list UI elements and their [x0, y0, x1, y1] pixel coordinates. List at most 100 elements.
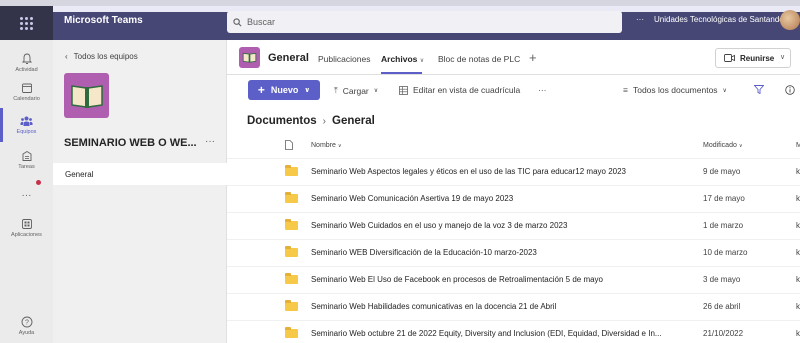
settings-more-button[interactable]: ···	[636, 15, 644, 24]
chevron-down-icon: ∨	[722, 87, 727, 94]
table-row[interactable]: Seminario Web Cuidados en el uso y manej…	[227, 212, 800, 239]
table-row[interactable]: Seminario Web Habilidades comunicativas …	[227, 293, 800, 320]
bell-icon	[21, 53, 32, 64]
column-name-label: Nombre	[311, 142, 336, 149]
add-tab-button[interactable]: +	[529, 50, 537, 65]
table-header: Nombre ∨ Modificado ∨ M	[227, 136, 800, 156]
rail-apps[interactable]: Aplicaciones	[0, 208, 53, 248]
channel-logo	[239, 47, 260, 68]
rail-assignments[interactable]: Tareas	[0, 140, 53, 180]
chevron-down-icon: ∨	[373, 88, 379, 94]
file-name[interactable]: Seminario Web Habilidades comunicativas …	[311, 302, 691, 311]
tab-publicaciones[interactable]: Publicaciones	[318, 54, 370, 64]
edit-grid-view-label: Editar en vista de cuadrícula	[413, 85, 521, 95]
column-header-extra[interactable]: M	[796, 142, 800, 149]
table-row[interactable]: Seminario Web El Uso de Facebook en proc…	[227, 266, 800, 293]
toolbar-more-button[interactable]: ···	[538, 85, 547, 95]
search-placeholder: Buscar	[247, 17, 276, 27]
avatar[interactable]	[780, 10, 800, 30]
view-label: Todos los documentos	[632, 85, 718, 95]
rail-teams[interactable]: Equipos	[0, 105, 53, 145]
all-teams-link[interactable]: ‹ Todos los equipos	[65, 52, 138, 61]
chevron-right-icon: ›	[322, 115, 326, 127]
team-logo	[64, 73, 109, 118]
team-panel: ‹ Todos los equipos SEMINARIO WEB O WE..…	[53, 40, 227, 343]
edit-grid-view-button[interactable]: Editar en vista de cuadrícula	[399, 85, 520, 95]
upload-icon: ⤒	[334, 85, 338, 95]
folder-icon	[285, 300, 298, 311]
all-teams-label: Todos los equipos	[73, 52, 138, 61]
breadcrumb: Documentos › General	[247, 115, 375, 127]
tab-bloc-de-notas[interactable]: Bloc de notas de PLC	[438, 54, 520, 64]
rail-label: Aplicaciones	[11, 232, 42, 238]
file-name[interactable]: Seminario Web El Uso de Facebook en proc…	[311, 275, 691, 284]
file-name[interactable]: Seminario Web octubre 21 de 2022 Equity,…	[311, 329, 691, 338]
view-selector[interactable]: ≡ Todos los documentos ∨	[623, 85, 727, 95]
folder-icon	[285, 246, 298, 257]
modified-by: k	[796, 221, 800, 230]
modified-by: k	[796, 248, 800, 257]
column-header-name[interactable]: Nombre ∨	[311, 142, 342, 149]
file-name[interactable]: Seminario WEB Diversificación de la Educ…	[311, 248, 691, 257]
rail-label: Ayuda	[18, 330, 35, 336]
app-launcher-button[interactable]	[0, 6, 53, 40]
table-row[interactable]: Seminario Web octubre 21 de 2022 Equity,…	[227, 320, 800, 343]
tab-label: Archivos	[381, 54, 418, 64]
channel-header: General Publicaciones Archivos ∨ Bloc de…	[227, 40, 800, 75]
channel-item-general[interactable]: General	[53, 163, 227, 185]
column-header-modified[interactable]: Modificado ∨	[703, 142, 742, 149]
info-icon	[785, 85, 795, 95]
filter-button[interactable]	[754, 85, 764, 94]
table-row[interactable]: Seminario Web Comunicación Asertiva 19 d…	[227, 185, 800, 212]
more-icon: ···	[21, 189, 32, 201]
chevron-down-icon[interactable]: ∨	[780, 53, 785, 61]
folder-icon	[285, 273, 298, 284]
chevron-down-icon: ∨	[304, 87, 311, 94]
rail-help[interactable]: ? Ayuda	[0, 306, 53, 343]
chevron-left-icon: ‹	[65, 52, 68, 61]
team-name: SEMINARIO WEB O WE...	[64, 137, 197, 149]
folder-icon	[285, 165, 298, 176]
new-label: Nuevo	[270, 85, 299, 95]
chevron-down-icon: ∨	[738, 143, 743, 149]
new-button[interactable]: + Nuevo ∨	[248, 80, 320, 100]
upload-button[interactable]: ⤒ Cargar ∨	[334, 85, 378, 96]
search-icon	[233, 17, 242, 26]
main-content: General Publicaciones Archivos ∨ Bloc de…	[227, 40, 800, 343]
book-icon	[70, 84, 103, 108]
info-button[interactable]	[785, 85, 795, 95]
org-area: ··· Unidades Tecnológicas de Santander	[636, 15, 786, 24]
files-toolbar: + Nuevo ∨ ⤒ Cargar ∨ Editar en vista de …	[227, 75, 800, 105]
modified-date: 10 de marzo	[703, 248, 748, 257]
table-row[interactable]: Seminario Web Aspectos legales y éticos …	[227, 158, 800, 185]
file-name[interactable]: Seminario Web Cuidados en el uso y manej…	[311, 221, 691, 230]
modified-date: 1 de marzo	[703, 221, 744, 230]
channel-title: General	[268, 52, 309, 64]
upload-label: Cargar	[342, 85, 369, 96]
modified-date: 26 de abril	[703, 302, 741, 311]
search-input[interactable]: Buscar	[227, 11, 622, 33]
modified-date: 3 de mayo	[703, 275, 741, 284]
modified-by: k	[796, 194, 800, 203]
chevron-down-icon: ∨	[337, 143, 342, 149]
team-more-button[interactable]: ···	[205, 136, 215, 147]
rail-label: Calendario	[13, 96, 40, 102]
modified-by: k	[796, 329, 800, 338]
file-name[interactable]: Seminario Web Comunicación Asertiva 19 d…	[311, 194, 691, 203]
tab-archivos[interactable]: Archivos ∨	[381, 54, 424, 64]
folder-icon	[285, 192, 298, 203]
help-icon: ?	[21, 316, 32, 328]
calendar-icon	[21, 83, 32, 93]
org-name[interactable]: Unidades Tecnológicas de Santander	[654, 15, 786, 24]
filter-icon	[754, 85, 764, 94]
table-row[interactable]: Seminario WEB Diversificación de la Educ…	[227, 239, 800, 266]
chevron-down-icon: ∨	[419, 58, 425, 64]
file-name[interactable]: Seminario Web Aspectos legales y éticos …	[311, 167, 691, 176]
assignments-icon	[22, 150, 31, 161]
modified-date: 17 de mayo	[703, 194, 745, 203]
app-rail: Actividad Calendario Equipos Tareas ··· …	[0, 40, 53, 343]
breadcrumb-root[interactable]: Documentos	[247, 115, 317, 127]
folder-icon	[285, 327, 298, 338]
book-icon	[242, 52, 257, 63]
file-type-icon	[285, 140, 293, 152]
